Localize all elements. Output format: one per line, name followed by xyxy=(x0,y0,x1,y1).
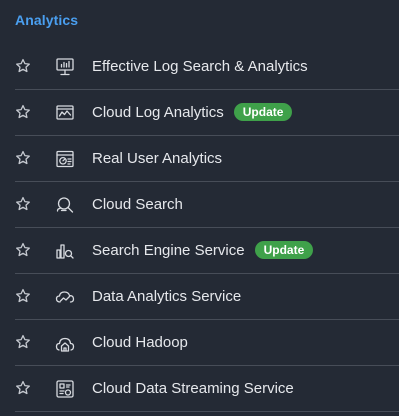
favorite-star-icon[interactable] xyxy=(15,58,31,74)
service-item-label: Cloud Log Analytics Update xyxy=(92,90,293,135)
update-badge: Update xyxy=(233,103,293,121)
section-title: Analytics xyxy=(15,12,79,28)
analytics-panel: Analytics Effective Log Search & Analyti… xyxy=(0,0,399,416)
favorite-star-icon[interactable] xyxy=(15,334,31,350)
favorite-star-icon[interactable] xyxy=(15,150,31,166)
browser-gauge-icon xyxy=(54,148,76,170)
monitor-chart-icon xyxy=(54,56,76,78)
service-item-label: Search Engine Service Update xyxy=(92,228,314,273)
favorite-star-icon[interactable] xyxy=(15,104,31,120)
service-item-effective-log-search[interactable]: Effective Log Search & Analytics xyxy=(15,44,399,90)
service-list: Effective Log Search & Analytics Cloud L… xyxy=(0,44,399,412)
cloud-search-icon xyxy=(54,194,76,216)
service-item-cloud-data-streaming-service[interactable]: Cloud Data Streaming Service xyxy=(15,366,399,412)
service-item-cloud-hadoop[interactable]: Cloud Hadoop xyxy=(15,320,399,366)
service-item-label: Cloud Data Streaming Service xyxy=(92,380,294,397)
streaming-icon xyxy=(54,378,76,400)
service-item-label: Effective Log Search & Analytics xyxy=(92,58,308,75)
service-item-real-user-analytics[interactable]: Real User Analytics xyxy=(15,136,399,182)
service-item-label: Cloud Search xyxy=(92,196,183,213)
favorite-star-icon[interactable] xyxy=(15,380,31,396)
service-item-cloud-search[interactable]: Cloud Search xyxy=(15,182,399,228)
update-badge: Update xyxy=(254,241,314,259)
service-item-search-engine-service[interactable]: Search Engine Service Update xyxy=(15,228,399,274)
cloud-trend-icon xyxy=(54,286,76,308)
cloud-house-icon xyxy=(54,332,76,354)
service-item-cloud-log-analytics[interactable]: Cloud Log Analytics Update xyxy=(15,90,399,136)
log-chart-icon xyxy=(54,102,76,124)
favorite-star-icon[interactable] xyxy=(15,288,31,304)
service-item-label: Cloud Hadoop xyxy=(92,334,188,351)
favorite-star-icon[interactable] xyxy=(15,242,31,258)
service-item-label: Real User Analytics xyxy=(92,150,223,167)
service-item-data-analytics-service[interactable]: Data Analytics Service xyxy=(15,274,399,320)
bars-search-icon xyxy=(54,240,76,262)
favorite-star-icon[interactable] xyxy=(15,196,31,212)
service-item-label: Data Analytics Service xyxy=(92,288,242,305)
